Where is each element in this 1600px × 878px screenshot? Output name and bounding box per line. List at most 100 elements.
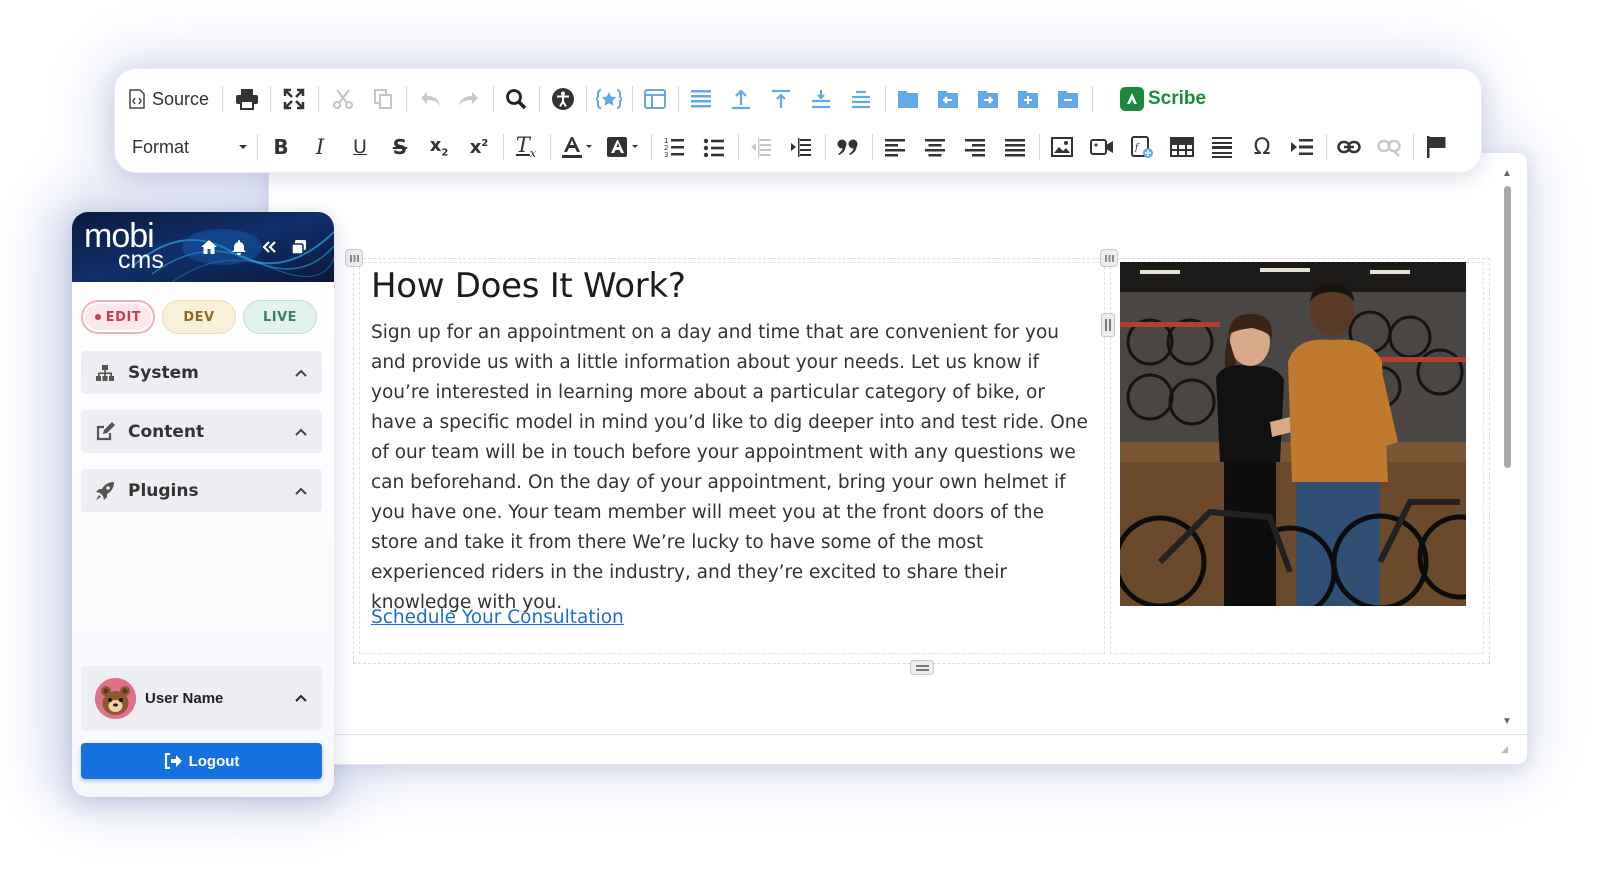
block-icon <box>898 91 918 108</box>
subscript-button[interactable]: x2 <box>424 132 454 162</box>
sidebar-header: mobi cms <box>72 212 334 282</box>
insert-image-button[interactable] <box>1047 132 1077 162</box>
anchor-button[interactable] <box>1421 132 1451 162</box>
block-left-button[interactable] <box>933 84 963 114</box>
remove-format-button[interactable]: Tx <box>511 132 541 162</box>
accessibility-button[interactable] <box>548 84 578 114</box>
block-right-button[interactable] <box>973 84 1003 114</box>
print-button[interactable] <box>232 84 262 114</box>
numbered-list-button[interactable]: 123 <box>659 132 689 162</box>
insert-table-button[interactable] <box>1167 132 1197 162</box>
layout-icon <box>644 89 666 109</box>
home-icon[interactable] <box>200 238 218 256</box>
remove-format-icon: Tx <box>515 133 537 161</box>
undo-button[interactable] <box>415 84 445 114</box>
column-handle-icon[interactable] <box>1100 249 1118 267</box>
align-right-button[interactable] <box>960 132 990 162</box>
templates-button[interactable] <box>640 84 670 114</box>
insert-below-button[interactable] <box>846 84 876 114</box>
logout-button[interactable]: Logout <box>81 743 322 779</box>
column-resize-handle-icon[interactable] <box>1101 313 1115 337</box>
bulleted-list-icon <box>703 138 724 158</box>
sidebar-section-content[interactable]: Content <box>81 410 322 453</box>
bold-button[interactable]: B <box>266 132 296 162</box>
block-insert-button[interactable] <box>893 84 923 114</box>
align-left-button[interactable] <box>880 132 910 162</box>
special-char-button[interactable]: Ω <box>1247 132 1277 162</box>
unlink-button[interactable] <box>1374 132 1404 162</box>
scroll-up-arrow-icon[interactable]: ▲ <box>1501 168 1513 180</box>
blockquote-button[interactable] <box>833 132 863 162</box>
bulleted-list-button[interactable] <box>699 132 729 162</box>
dev-mode-button[interactable]: DEV <box>162 300 236 334</box>
superscript-button[interactable]: x2 <box>464 132 494 162</box>
windows-icon[interactable] <box>290 238 308 256</box>
scroll-down-arrow-icon[interactable]: ▼ <box>1501 716 1513 728</box>
redo-icon <box>459 92 478 106</box>
insert-above-button[interactable] <box>726 84 756 114</box>
search-icon <box>506 89 527 110</box>
underline-button[interactable]: U <box>345 132 375 162</box>
insert-top-button[interactable] <box>766 84 796 114</box>
redo-button[interactable] <box>454 84 484 114</box>
insert-middle-button[interactable] <box>806 84 836 114</box>
dropdown-arrow-icon <box>239 145 247 149</box>
insert-video-button[interactable] <box>1087 132 1117 162</box>
block-remove-button[interactable] <box>1053 84 1083 114</box>
row-bottom-handle-icon[interactable] <box>910 660 934 675</box>
block-arrow-left-icon <box>938 91 958 108</box>
copy-button[interactable] <box>368 84 398 114</box>
cut-icon <box>333 89 353 109</box>
bike-shop-photo[interactable] <box>1120 262 1466 606</box>
widget-button[interactable] <box>594 84 624 114</box>
strikethrough-button[interactable]: S <box>385 132 415 162</box>
scribe-button[interactable]: Scribe <box>1120 85 1206 113</box>
avatar <box>95 678 136 719</box>
text-color-icon <box>562 137 592 158</box>
chevron-up-icon <box>295 369 307 377</box>
live-mode-button[interactable]: LIVE <box>243 300 317 334</box>
scroll-thumb[interactable] <box>1504 186 1511 468</box>
decrease-indent-button[interactable] <box>746 132 776 162</box>
rocket-icon <box>95 481 115 501</box>
italic-button[interactable]: I <box>305 132 335 162</box>
section-heading[interactable]: How Does It Work? <box>371 266 686 306</box>
cut-button[interactable] <box>328 84 358 114</box>
row-handle-icon[interactable] <box>345 249 363 267</box>
format-dropdown[interactable]: Format <box>132 132 248 162</box>
toolbar-separator <box>586 86 587 112</box>
schedule-consultation-link[interactable]: Schedule Your Consultation <box>371 607 624 628</box>
text-color-button[interactable] <box>558 132 596 162</box>
increase-indent-button[interactable] <box>786 132 816 162</box>
sidebar-section-plugins[interactable]: Plugins <box>81 469 322 512</box>
edit-mode-button[interactable]: EDIT <box>81 300 155 334</box>
page-break-button[interactable] <box>1287 132 1317 162</box>
vertical-scrollbar[interactable]: ▲ ▼ <box>1501 168 1513 728</box>
bell-icon[interactable] <box>230 238 248 256</box>
edit-icon <box>95 422 115 442</box>
toolbar-separator <box>539 86 540 112</box>
table-rows-button[interactable] <box>686 84 716 114</box>
scribe-label: Scribe <box>1148 88 1207 109</box>
sidebar-section-system[interactable]: System <box>81 351 322 394</box>
table-icon <box>1170 137 1194 157</box>
horizontal-line-icon <box>1212 137 1232 158</box>
find-button[interactable] <box>501 84 531 114</box>
maximize-button[interactable] <box>279 84 309 114</box>
sidebar-section-label: Plugins <box>128 481 199 501</box>
user-menu[interactable]: User Name <box>81 666 322 731</box>
collapse-icon[interactable] <box>260 238 278 256</box>
align-center-button[interactable] <box>920 132 950 162</box>
section-paragraph[interactable]: Sign up for an appointment on a day and … <box>371 318 1091 618</box>
block-add-button[interactable] <box>1013 84 1043 114</box>
horizontal-rule-button[interactable] <box>1207 132 1237 162</box>
background-color-button[interactable] <box>604 132 642 162</box>
justify-button[interactable] <box>1000 132 1030 162</box>
accessibility-icon <box>552 88 574 110</box>
link-button[interactable] <box>1334 132 1364 162</box>
source-button[interactable]: Source <box>128 84 209 114</box>
insert-embed-button[interactable]: f <box>1127 132 1157 162</box>
resize-grip-icon[interactable]: ◢ <box>1501 744 1511 754</box>
toolbar-separator <box>1326 134 1327 160</box>
copy-icon <box>374 89 392 109</box>
